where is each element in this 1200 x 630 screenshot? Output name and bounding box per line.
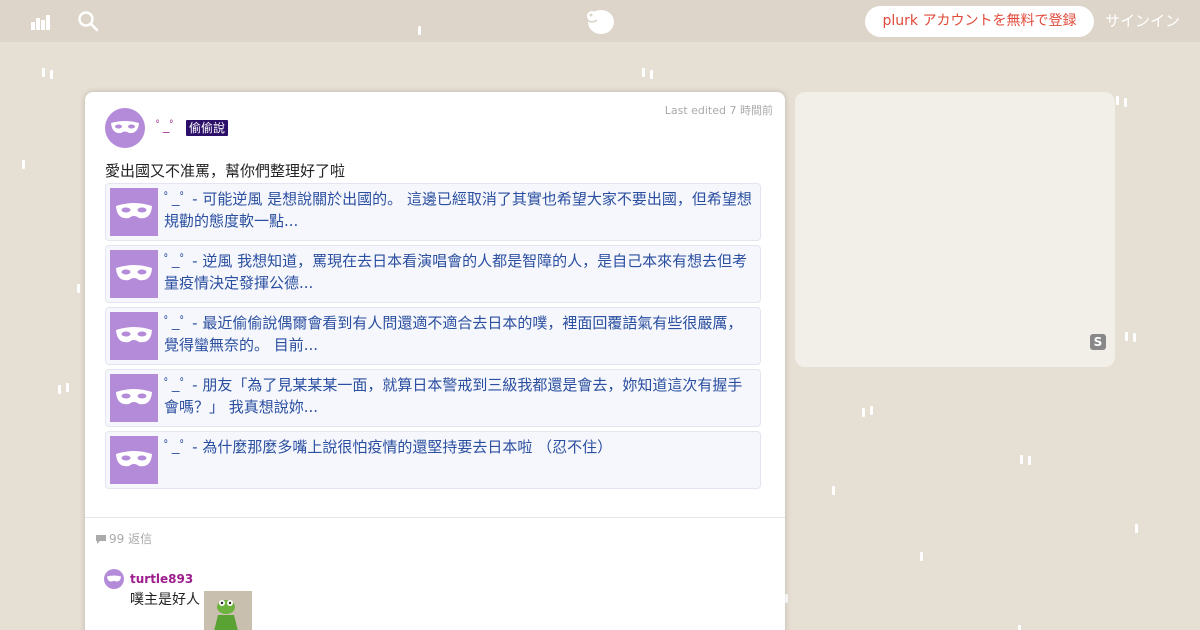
signup-button[interactable]: plurk アカウントを無料で登録 xyxy=(865,6,1094,37)
edited-timestamp: Last edited 7 時間前 xyxy=(664,104,773,117)
quote-text: ﾟ_ﾟ - 最近偷偷說偶爾會看到有人問還適不適合去日本的噗，裡面回覆語氣有些很嚴… xyxy=(164,314,743,354)
quote-text: ﾟ_ﾟ - 可能逆風 是想說關於出國的。 這邊已經取消了其實也希望大家不要出國，… xyxy=(164,190,752,230)
anonymous-mask-avatar xyxy=(110,374,158,422)
quoted-plurk[interactable]: ﾟ_ﾟ - 朋友「為了見某某某一面，就算日本警戒到三級我都還是會去，妳知道這次有… xyxy=(105,369,761,427)
plurk-logo-icon[interactable] xyxy=(584,6,616,36)
top-bar: plurk アカウントを無料で登録 サインイン xyxy=(0,0,1200,42)
side-panel: S xyxy=(795,92,1115,367)
quoted-plurk[interactable]: ﾟ_ﾟ - 最近偷偷說偶爾會看到有人問還適不適合去日本的噗，裡面回覆語氣有些很嚴… xyxy=(105,307,761,365)
comment-icon xyxy=(96,535,106,544)
kermit-sticker-icon xyxy=(204,591,252,630)
quoted-plurk[interactable]: ﾟ_ﾟ - 為什麼那麼多嘴上說很怕疫情的還堅持要去日本啦 （忍不住） xyxy=(105,431,761,489)
quote-text: ﾟ_ﾟ - 逆風 我想知道，罵現在去日本看演唱會的人都是智障的人，是自己本來有想… xyxy=(164,252,748,292)
anonymous-mask-avatar xyxy=(110,312,158,360)
search-icon[interactable] xyxy=(77,10,99,32)
anonymous-mask-avatar xyxy=(110,188,158,236)
post-content: 愛出國又不准罵，幫你們整理好了啦 xyxy=(105,162,346,180)
anonymous-mask-avatar xyxy=(110,250,158,298)
reply-author[interactable]: turtle893 xyxy=(130,572,193,586)
replies-count[interactable]: 99 返信 xyxy=(95,532,152,546)
reply-text: 噗主是好人 xyxy=(130,592,200,608)
qualifier-badge: 偷偷說 xyxy=(186,120,229,136)
quoted-plurk[interactable]: ﾟ_ﾟ - 可能逆風 是想說關於出國的。 這邊已經取消了其實也希望大家不要出國，… xyxy=(105,183,761,241)
plurk-card: ﾟ_ﾟ 偷偷說 Last edited 7 時間前 愛出國又不准罵，幫你們整理好… xyxy=(85,92,785,630)
side-badge[interactable]: S xyxy=(1090,334,1106,350)
anonymous-mask-avatar[interactable] xyxy=(105,108,145,148)
poster-name[interactable]: ﾟ_ﾟ xyxy=(156,120,176,136)
quoted-plurk[interactable]: ﾟ_ﾟ - 逆風 我想知道，罵現在去日本看演唱會的人都是智障的人，是自己本來有想… xyxy=(105,245,761,303)
anonymous-mask-avatar[interactable] xyxy=(104,569,124,589)
signin-link[interactable]: サインイン xyxy=(1105,11,1180,31)
anonymous-mask-avatar xyxy=(110,436,158,484)
quote-text: ﾟ_ﾟ - 為什麼那麼多嘴上說很怕疫情的還堅持要去日本啦 （忍不住） xyxy=(164,438,613,456)
replies-count-label: 99 返信 xyxy=(109,532,153,546)
stats-icon[interactable] xyxy=(29,10,51,32)
reply-image-thumbnail[interactable] xyxy=(204,591,252,630)
divider xyxy=(85,517,785,518)
quote-text: ﾟ_ﾟ - 朋友「為了見某某某一面，就算日本警戒到三級我都還是會去，妳知道這次有… xyxy=(164,376,743,416)
